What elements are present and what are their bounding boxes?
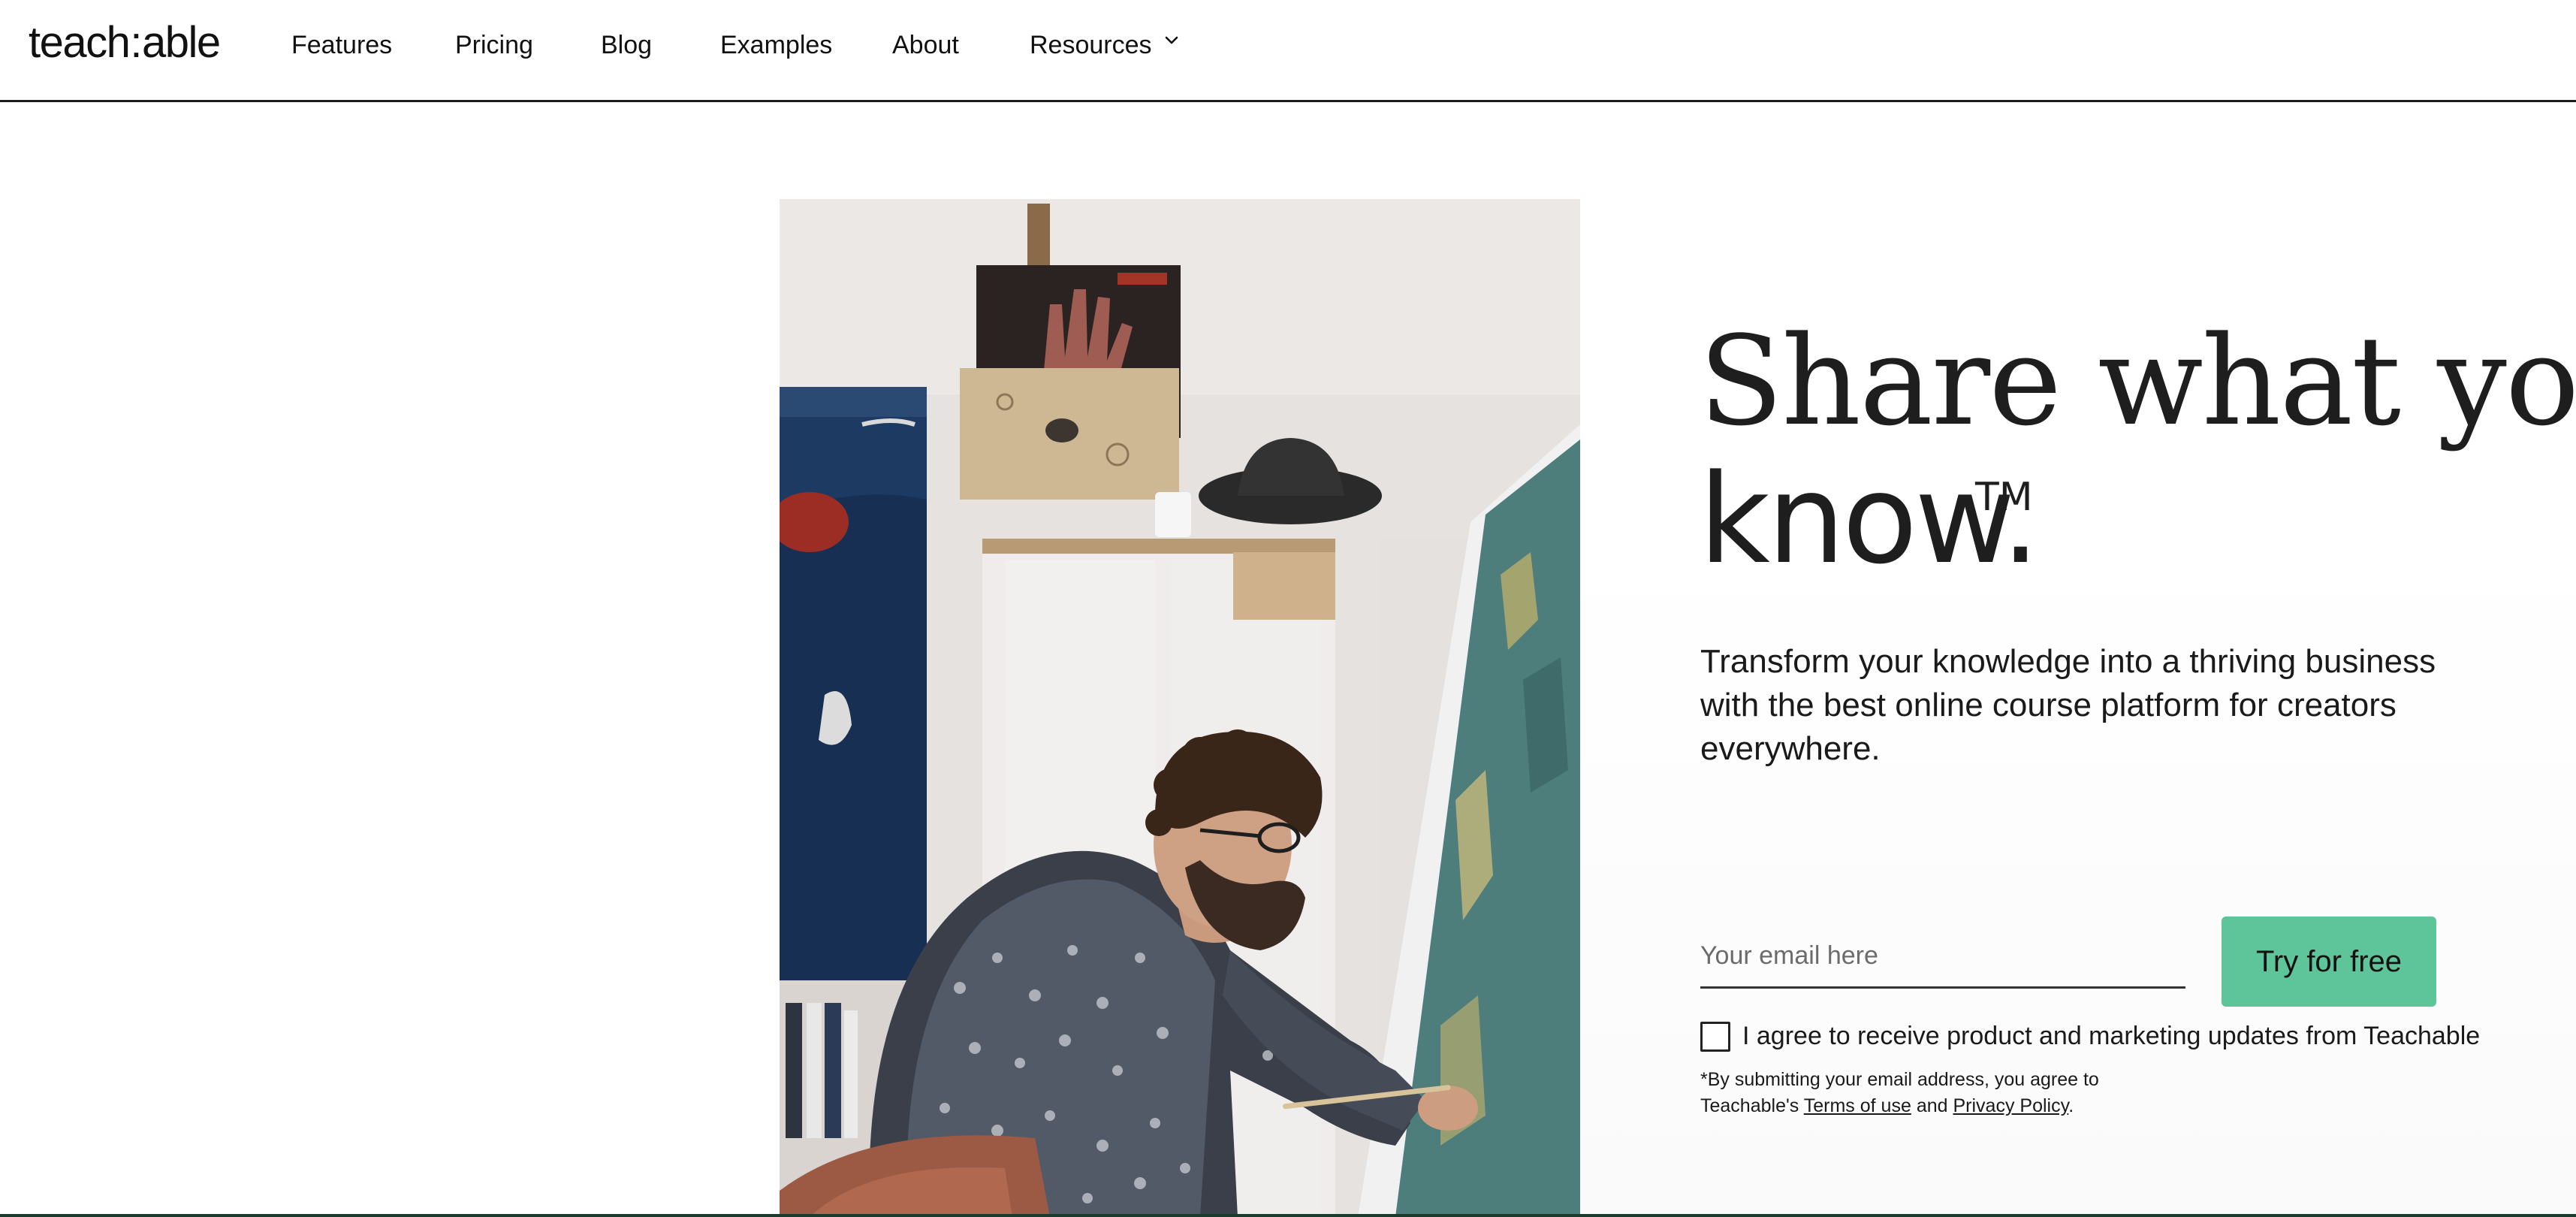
privacy-policy-link[interactable]: Privacy Policy: [1953, 1095, 2068, 1116]
marketing-consent-label: I agree to receive product and marketing…: [1742, 1022, 2481, 1050]
legal-disclaimer: *By submitting your email address, you a…: [1700, 1067, 2181, 1119]
nav-resources-dropdown[interactable]: Resources: [1030, 27, 1152, 63]
marketing-consent-checkbox[interactable]: [1700, 1022, 1730, 1052]
teachable-logo[interactable]: teach:able: [29, 17, 221, 69]
logo-text-right: able: [142, 18, 221, 67]
nav-pricing-link[interactable]: Pricing: [455, 27, 533, 63]
legal-and: and: [1916, 1095, 1948, 1116]
hero-headline-line2: know.: [1699, 448, 2040, 591]
page: teach:able Features Pricing Blog Example…: [0, 0, 2576, 1217]
logo-text-left: teach: [29, 18, 131, 67]
nav-about-link[interactable]: About: [892, 27, 959, 63]
try-for-free-button[interactable]: Try for free: [2222, 917, 2436, 1007]
chevron-down-icon[interactable]: [1163, 32, 1181, 50]
nav-examples-link[interactable]: Examples: [720, 27, 832, 63]
terms-of-use-link[interactable]: Terms of use: [1804, 1095, 1911, 1116]
legal-suffix: .: [2068, 1095, 2074, 1116]
logo-colon: :: [130, 18, 142, 67]
hero-subtext: Transform your knowledge into a thriving…: [1700, 643, 2436, 767]
hero-headline-line1: Share what you: [1699, 310, 2576, 453]
top-nav: teach:able Features Pricing Blog Example…: [0, 0, 2576, 102]
hero-image-painter: [780, 199, 1580, 1217]
trademark-mark: TM: [1975, 475, 2033, 520]
section-divider: [0, 1214, 2576, 1217]
email-input[interactable]: [1700, 926, 2185, 989]
nav-features-link[interactable]: Features: [291, 27, 392, 63]
nav-blog-link[interactable]: Blog: [601, 27, 652, 63]
